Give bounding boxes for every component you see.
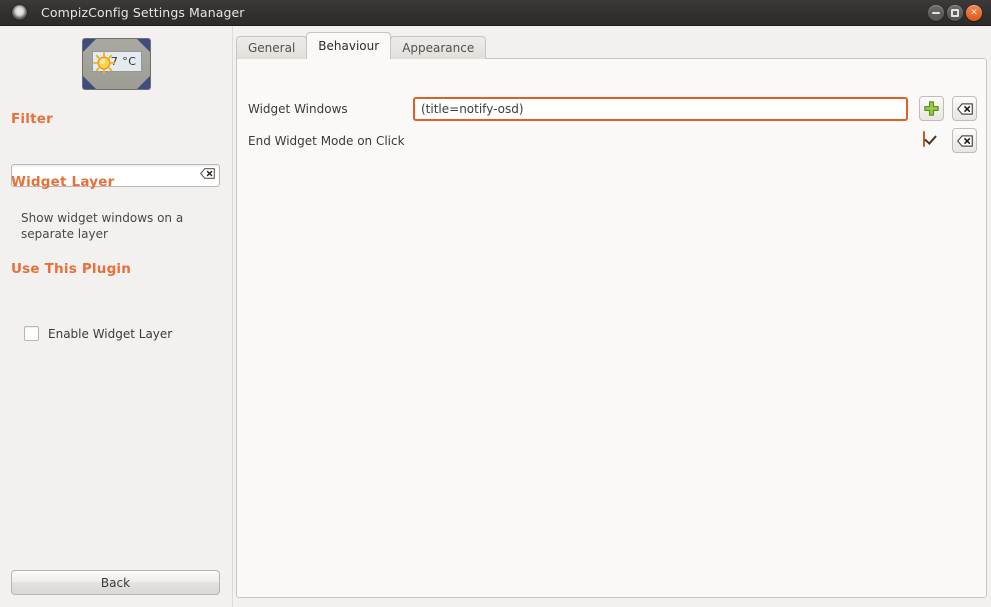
sidebar-plugin-description: Show widget windows on a separate layer	[21, 211, 184, 241]
setting-row-widget-windows: Widget Windows	[237, 94, 988, 124]
setting-row-end-widget-mode: End Widget Mode on Click	[237, 126, 988, 156]
close-icon[interactable]: ✕	[966, 5, 982, 21]
back-button[interactable]: Back	[11, 570, 220, 595]
clear-entry-icon[interactable]	[200, 168, 215, 179]
sidebar-heading-filter: Filter	[11, 111, 53, 127]
tab-behaviour[interactable]: Behaviour	[306, 32, 392, 59]
reset-icon	[956, 134, 973, 147]
widget-windows-input[interactable]	[419, 98, 906, 120]
plus-icon	[924, 101, 939, 116]
end-widget-mode-checkbox-holder[interactable]	[923, 131, 925, 147]
window-controls: ✕	[928, 5, 982, 21]
window-title: CompizConfig Settings Manager	[41, 5, 245, 20]
settings-panel: Widget Windows (title=notify-osd) End Wi…	[236, 58, 987, 598]
widget-windows-entry-wrap[interactable]	[413, 97, 908, 121]
enable-widget-layer-row[interactable]: Enable Widget Layer	[24, 326, 172, 341]
enable-widget-layer-label: Enable Widget Layer	[48, 326, 173, 341]
enable-widget-layer-checkbox[interactable]	[24, 326, 39, 341]
window-body: 7 °C Filter Widget Layer Show widget win…	[0, 26, 991, 607]
end-widget-mode-checkbox[interactable]	[923, 131, 925, 147]
reset-widget-windows-button[interactable]	[952, 96, 977, 121]
sun-icon	[92, 52, 115, 74]
add-widget-window-button[interactable]	[919, 96, 944, 121]
compizconfig-window: CompizConfig Settings Manager ✕ 7 °C Fil…	[0, 0, 991, 607]
tab-bar: General Behaviour Appearance	[236, 32, 487, 59]
title-bar: CompizConfig Settings Manager ✕	[0, 0, 991, 26]
sidebar-heading-use-this-plugin: Use This Plugin	[11, 261, 132, 277]
minimize-icon[interactable]	[928, 5, 944, 21]
reset-icon	[956, 102, 973, 115]
sidebar-heading-widget-layer: Widget Layer	[11, 174, 115, 190]
main-area: General Behaviour Appearance Widget Wind…	[233, 26, 991, 607]
app-circle-icon	[12, 5, 27, 20]
setting-label-widget-windows: Widget Windows	[248, 102, 348, 116]
tab-general[interactable]: General	[236, 36, 308, 59]
tab-appearance[interactable]: Appearance	[390, 36, 487, 59]
setting-label-end-widget-mode: End Widget Mode on Click	[248, 134, 405, 148]
sidebar: 7 °C Filter Widget Layer Show widget win…	[0, 26, 233, 607]
maximize-icon[interactable]	[947, 5, 963, 21]
widget-layer-plugin-icon: 7 °C	[81, 38, 151, 90]
plugin-icon-container: 7 °C	[0, 38, 232, 90]
reset-end-widget-mode-button[interactable]	[952, 128, 977, 153]
